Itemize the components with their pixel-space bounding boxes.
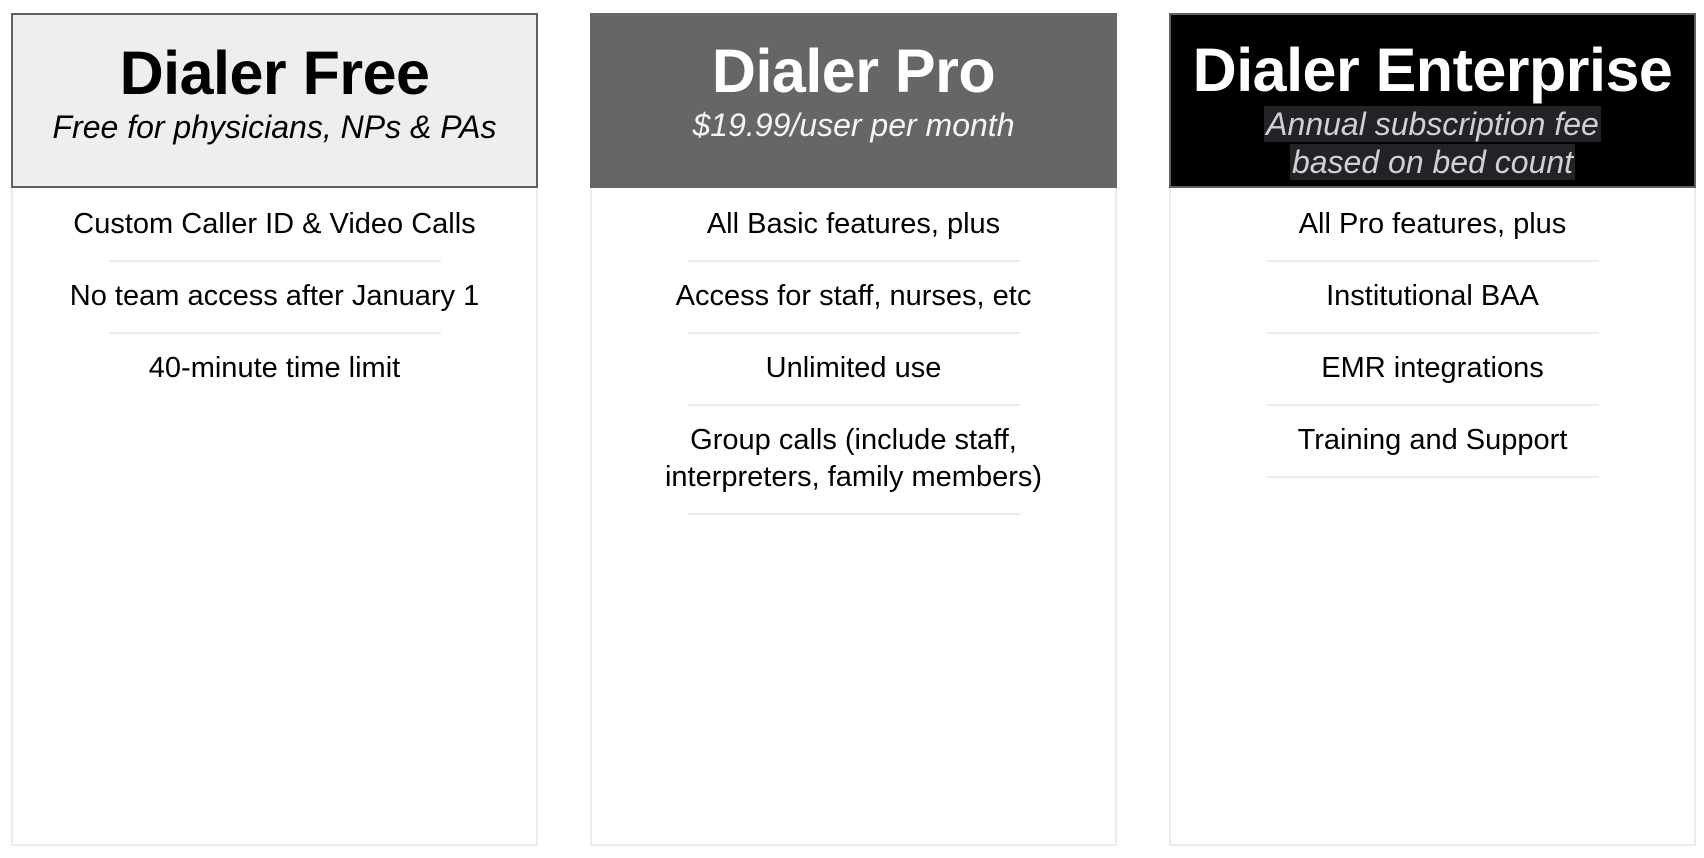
plan-price: $19.99/user per month [692, 107, 1015, 143]
plan-title: Dialer Free [119, 39, 430, 107]
feature-item: Training and Support [1171, 406, 1694, 478]
feature-item: Institutional BAA [1171, 262, 1694, 334]
feature-item: Group calls (include staff, interpreters… [592, 406, 1115, 515]
plan-card-enterprise: Dialer Enterprise Annual subscription fe… [1169, 13, 1696, 846]
feature-item: No team access after January 1 [13, 262, 536, 334]
plan-subtitle: Free for physicians, NPs & PAs [52, 109, 497, 145]
plan-title: Dialer Enterprise [1192, 36, 1673, 104]
feature-item: Access for staff, nurses, etc [592, 262, 1115, 334]
plan-header-enterprise: Dialer Enterprise Annual subscription fe… [1169, 13, 1696, 188]
feature-item: All Basic features, plus [592, 190, 1115, 262]
plan-title: Dialer Pro [711, 37, 996, 105]
plan-subtitle: Annual subscription fee based on bed cou… [1171, 105, 1694, 181]
feature-item: 40-minute time limit [148, 352, 401, 384]
plan-subtitle-line: Annual subscription fee [1264, 106, 1601, 142]
feature-list: All Pro features, plus Institutional BAA… [1171, 190, 1694, 478]
feature-list: All Basic features, plus Access for staf… [592, 190, 1115, 515]
feature-item: Custom Caller ID & Video Calls [13, 190, 536, 262]
plan-header-pro: Dialer Pro $19.99/user per month [590, 13, 1117, 188]
feature-list: Custom Caller ID & Video Calls No team a… [13, 190, 536, 406]
feature-item: All Pro features, plus [1171, 190, 1694, 262]
plan-card-pro: Dialer Pro $19.99/user per month All Bas… [590, 13, 1117, 846]
plan-header-free: Dialer Free Free for physicians, NPs & P… [11, 13, 538, 188]
plan-subtitle-line: based on bed count [1289, 144, 1576, 180]
plan-card-free: Dialer Free Free for physicians, NPs & P… [11, 13, 538, 846]
feature-item: Unlimited use [592, 334, 1115, 406]
feature-item: EMR integrations [1171, 334, 1694, 406]
